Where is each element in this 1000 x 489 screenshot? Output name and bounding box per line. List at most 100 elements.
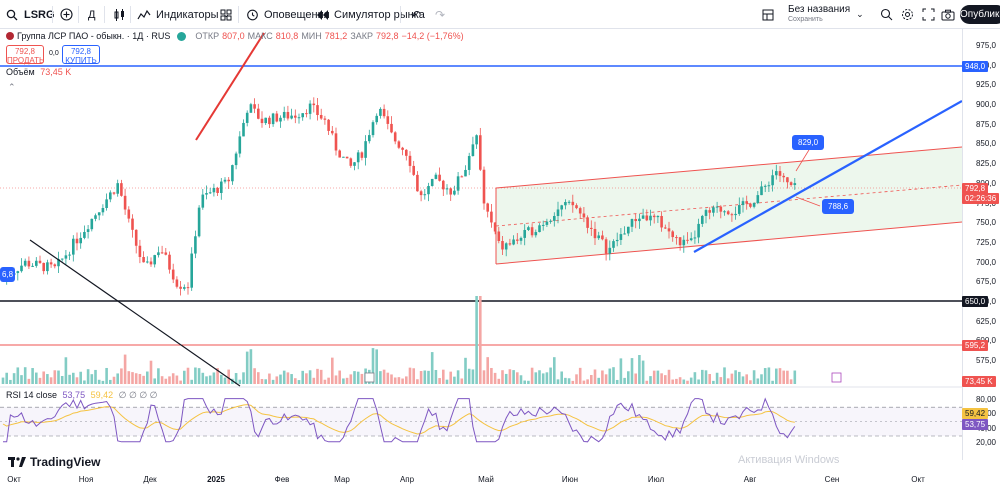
price-tick-label: 625,0 [975, 316, 996, 326]
layout-name-menu[interactable]: Без названия Сохранить ⌄ [760, 0, 864, 29]
price-tick-label: 825,0 [975, 159, 996, 169]
volume-bar [612, 367, 615, 384]
volume-bar [356, 371, 360, 384]
layouts-button[interactable] [218, 0, 238, 29]
candle-body [334, 133, 338, 151]
volume-bar [342, 378, 345, 384]
rsi-value-1: 53,75 [62, 390, 86, 400]
volume-bar [86, 369, 90, 384]
candle-body [405, 149, 408, 156]
volume-bar [131, 372, 134, 384]
compare-button[interactable] [58, 0, 78, 29]
volume-bar [142, 375, 145, 384]
candle-body [212, 187, 216, 193]
candle-body [323, 118, 327, 120]
volume-bar [253, 368, 256, 384]
candle-body [641, 215, 645, 219]
volume-bar [627, 371, 630, 384]
rsi-tick-label: 80,00 [975, 395, 996, 404]
symbol-search[interactable]: LSRG [4, 0, 55, 29]
interval-button[interactable]: Д [88, 0, 95, 29]
price-tick-label: 900,0 [975, 100, 996, 110]
candle-body [360, 152, 364, 158]
volume-bar [652, 370, 656, 384]
candle-body [593, 228, 597, 239]
candle-body [749, 203, 752, 207]
volume-bar [212, 372, 216, 384]
volume-bar [767, 367, 771, 384]
candle-body [238, 136, 242, 154]
time-tick-label: Сен [824, 475, 840, 484]
collapse-chevron-icon[interactable]: ⌃ [8, 82, 16, 93]
volume-bar [615, 379, 619, 384]
candle-body [294, 115, 297, 118]
chevron-down-icon: ⌄ [856, 9, 864, 19]
volume-bar [590, 374, 593, 384]
candle-body [183, 287, 186, 289]
snapshot-button[interactable] [940, 0, 960, 29]
volume-bar [220, 374, 223, 384]
candle-body [282, 111, 286, 118]
close-value: 792,8 [376, 31, 399, 41]
candle-body [427, 185, 430, 195]
change-value: −14,2 (−1,76%) [401, 31, 464, 41]
volume-bar [490, 367, 493, 384]
buy-button[interactable]: 792,8 КУПИТЬ [62, 45, 100, 65]
volume-bar [390, 374, 393, 384]
volume-bar [120, 368, 123, 384]
volume-bar [345, 377, 349, 384]
candle-body [686, 239, 689, 241]
candle-body [49, 262, 53, 265]
price-tick-label: 875,0 [975, 119, 996, 129]
quick-search-button[interactable] [878, 0, 898, 29]
chart-type-button[interactable] [112, 0, 132, 29]
candle-body [464, 169, 467, 177]
volume-bar [68, 374, 71, 384]
candle-body [575, 205, 578, 209]
volume-bar [275, 376, 279, 384]
candle-body [171, 269, 175, 280]
volume-bar [12, 373, 16, 384]
volume-bar [94, 369, 97, 384]
layout-name: Без названия [788, 3, 851, 15]
time-tick-label: Ноя [78, 475, 94, 484]
indicators-button[interactable]: Индикаторы ⌄ [136, 0, 230, 29]
candle-body [393, 132, 397, 142]
interval-label: Д [88, 8, 96, 21]
candle-body [656, 215, 660, 218]
volume-bar [60, 375, 64, 384]
volume-bar [649, 376, 652, 384]
candle-body [94, 215, 97, 219]
volume-bar [430, 352, 434, 384]
settings-button[interactable] [899, 0, 919, 29]
candle-body [623, 233, 626, 235]
candle-body [741, 201, 745, 206]
tradingview-logo-icon [8, 457, 26, 467]
time-tick-label: Дек [143, 475, 157, 484]
volume-bar [157, 368, 160, 384]
volume-bar [101, 380, 105, 384]
undo-button[interactable]: ↶ [408, 0, 428, 29]
candle-body [430, 178, 434, 186]
volume-bar [197, 368, 201, 384]
red-trendline [195, 32, 265, 141]
volume-bar [564, 377, 567, 384]
volume-bar [567, 378, 571, 384]
volume-bar [308, 370, 312, 384]
fullscreen-button[interactable] [920, 0, 940, 29]
volume-bar [116, 373, 119, 384]
sell-button[interactable]: 792,8 ПРОДАТЬ [6, 45, 44, 65]
candle-body [64, 255, 68, 259]
candle-body [719, 206, 723, 212]
publish-button[interactable]: Опубликовать [960, 5, 1000, 24]
candle-body [634, 218, 637, 222]
volume-bar [560, 371, 563, 384]
candle-body [342, 156, 345, 158]
volume-bar [416, 379, 419, 384]
candle-body [116, 183, 119, 194]
volume-bar [160, 376, 164, 384]
callout-upper: 829,0 [792, 135, 825, 150]
candle-body [560, 205, 563, 210]
redo-button[interactable]: ↷ [432, 0, 452, 29]
rsi-label: RSI 14 close [6, 390, 58, 400]
